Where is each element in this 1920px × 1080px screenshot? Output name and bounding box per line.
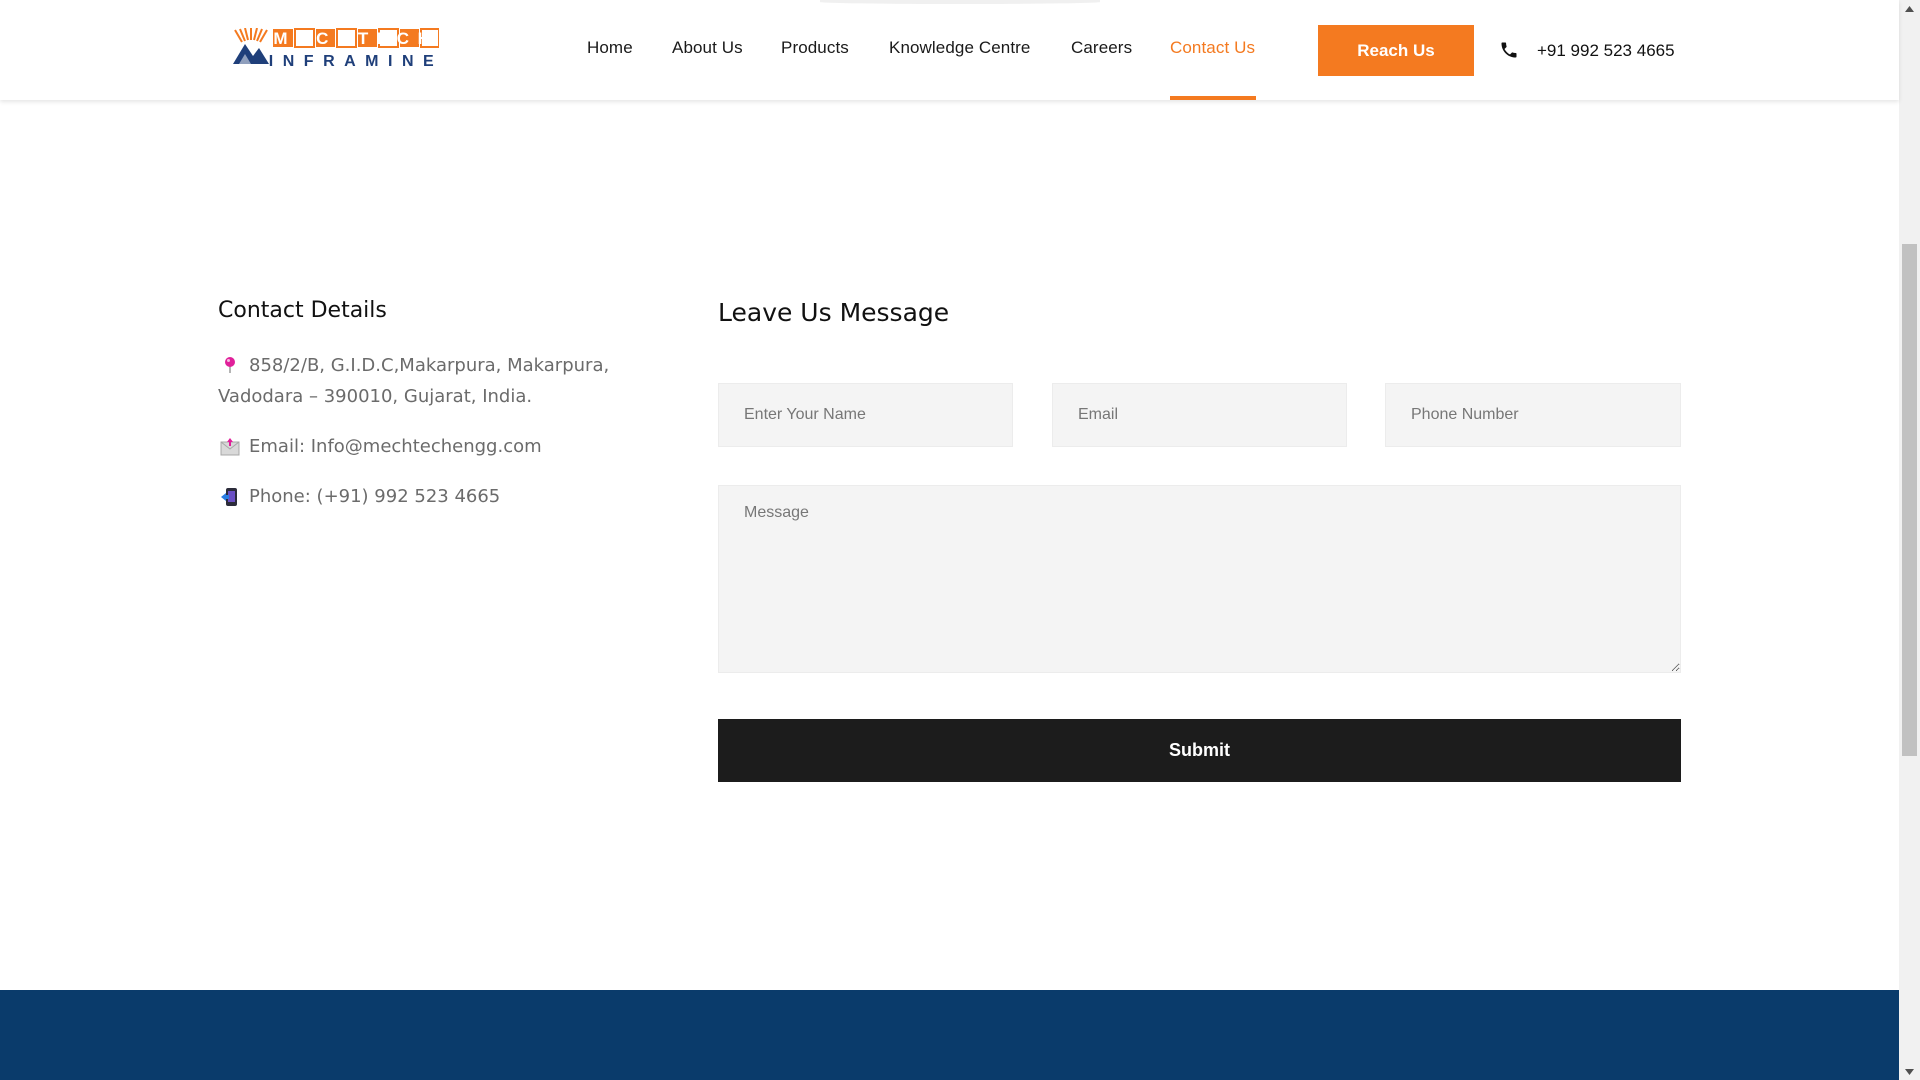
active-nav-indicator [1170, 96, 1256, 100]
name-input[interactable] [718, 383, 1013, 447]
contact-email[interactable]: Email: Info@mechtechengg.com [249, 436, 542, 457]
submit-button[interactable]: Submit [718, 719, 1681, 782]
nav-item-careers[interactable]: Careers [1071, 38, 1132, 58]
nav-item-products[interactable]: Products [781, 38, 849, 58]
message-textarea[interactable] [718, 485, 1681, 673]
address-line-2: Vadodara – 390010, Gujarat, India. [218, 386, 533, 407]
footer-band [0, 990, 1899, 1080]
scroll-up-arrow-icon[interactable] [1899, 0, 1920, 17]
nav-item-contact-us[interactable]: Contact Us [1170, 38, 1255, 58]
nav-item-about-us[interactable]: About Us [672, 38, 743, 58]
scroll-down-arrow-icon[interactable] [1899, 1063, 1920, 1080]
mobile-phone-icon [220, 487, 240, 507]
page: MECHTECH INFRAMINE Home About Us Product… [0, 0, 1920, 1080]
nav-item-home[interactable]: Home [587, 38, 633, 58]
logo-line1: MECHTECH [273, 29, 438, 48]
mountain-rays-logo-icon [233, 28, 269, 64]
email-input[interactable] [1052, 383, 1347, 447]
envelope-icon [220, 437, 240, 457]
site-header: MECHTECH INFRAMINE Home About Us Product… [0, 0, 1899, 100]
page-scrollbar[interactable] [1899, 0, 1920, 1080]
form-title: Leave Us Message [718, 298, 950, 327]
site-logo[interactable]: MECHTECH INFRAMINE [233, 28, 439, 68]
header-top-shadow [820, 0, 1100, 4]
scrollbar-thumb[interactable] [1902, 244, 1917, 756]
contact-details-title: Contact Details [218, 298, 387, 323]
nav-item-knowledge-centre[interactable]: Knowledge Centre [889, 38, 1030, 58]
header-phone-number[interactable]: +91 992 523 4665 [1537, 41, 1675, 61]
address-line-1: 858/2/B, G.I.D.C,Makarpura, Makarpura, [249, 355, 610, 376]
reach-us-button[interactable]: Reach Us [1318, 25, 1474, 76]
phone-input[interactable] [1385, 383, 1681, 447]
logo-line2: INFRAMINE [269, 53, 439, 68]
phone-icon[interactable] [1499, 40, 1519, 60]
contact-phone[interactable]: Phone: (+91) 992 523 4665 [249, 486, 500, 507]
location-pin-icon [220, 355, 240, 375]
